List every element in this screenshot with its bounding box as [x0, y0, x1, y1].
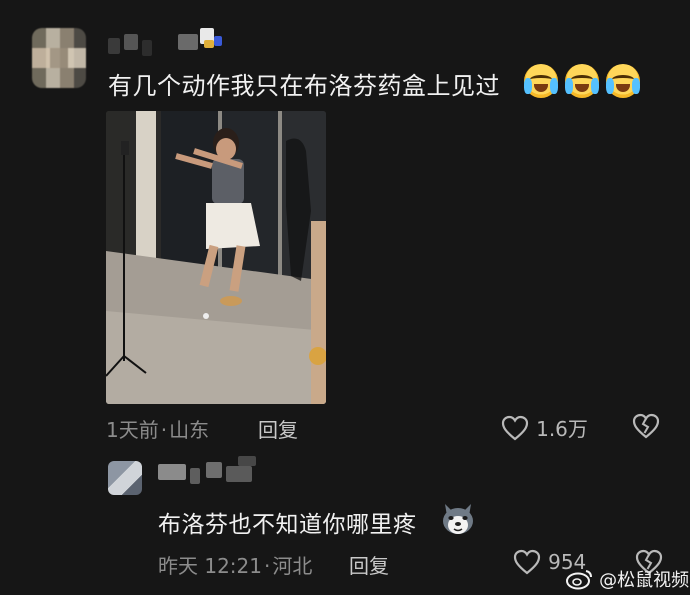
watermark: @松鼠视频 — [566, 566, 689, 592]
username-masked[interactable] — [108, 28, 228, 56]
broken-heart-icon — [632, 413, 660, 439]
reply-body: 布洛芬也不知道你哪里疼 — [158, 512, 417, 538]
comment-time: 1天前 — [106, 418, 159, 442]
comment-meta: 1天前 · 山东 — [106, 414, 209, 443]
heart-outline-icon — [501, 415, 529, 440]
avatar-replier[interactable] — [108, 461, 142, 495]
reply-meta-separator: · — [264, 554, 271, 578]
watermark-text: @松鼠视频 — [599, 570, 690, 591]
comment-photo[interactable] — [106, 111, 326, 404]
crying-laughing-face-icon — [606, 64, 641, 98]
reply-button[interactable]: 回复 — [258, 414, 298, 443]
heart-outline-icon — [513, 549, 541, 575]
reply-time: 昨天 12:21 — [158, 554, 262, 578]
comment-location: 山东 — [169, 418, 210, 442]
weibo-logo-icon — [566, 570, 592, 590]
reply-meta: 昨天 12:21 · 河北 — [158, 550, 312, 579]
comment-text: 有几个动作我只在布洛芬药盒上见过 — [108, 66, 500, 101]
reply-reply-button[interactable]: 回复 — [349, 550, 389, 579]
husky-dog-face-icon — [440, 500, 476, 536]
reply-username-masked[interactable] — [158, 456, 278, 484]
crying-laughing-face-icon — [524, 64, 558, 98]
crying-laughing-face-icon — [565, 64, 600, 98]
like-count: 1.6万 — [536, 417, 588, 441]
photo-scene — [106, 111, 326, 404]
reply-text: 布洛芬也不知道你哪里疼 — [158, 505, 417, 539]
comment-body: 有几个动作我只在布洛芬药盒上见过 — [108, 72, 500, 100]
like-button[interactable]: 1.6万 — [501, 413, 588, 442]
meta-separator: · — [160, 418, 168, 442]
avatar-commenter[interactable] — [32, 28, 86, 88]
reply-location: 河北 — [272, 554, 313, 578]
emoji-group — [522, 64, 641, 98]
dislike-button[interactable] — [632, 413, 660, 443]
